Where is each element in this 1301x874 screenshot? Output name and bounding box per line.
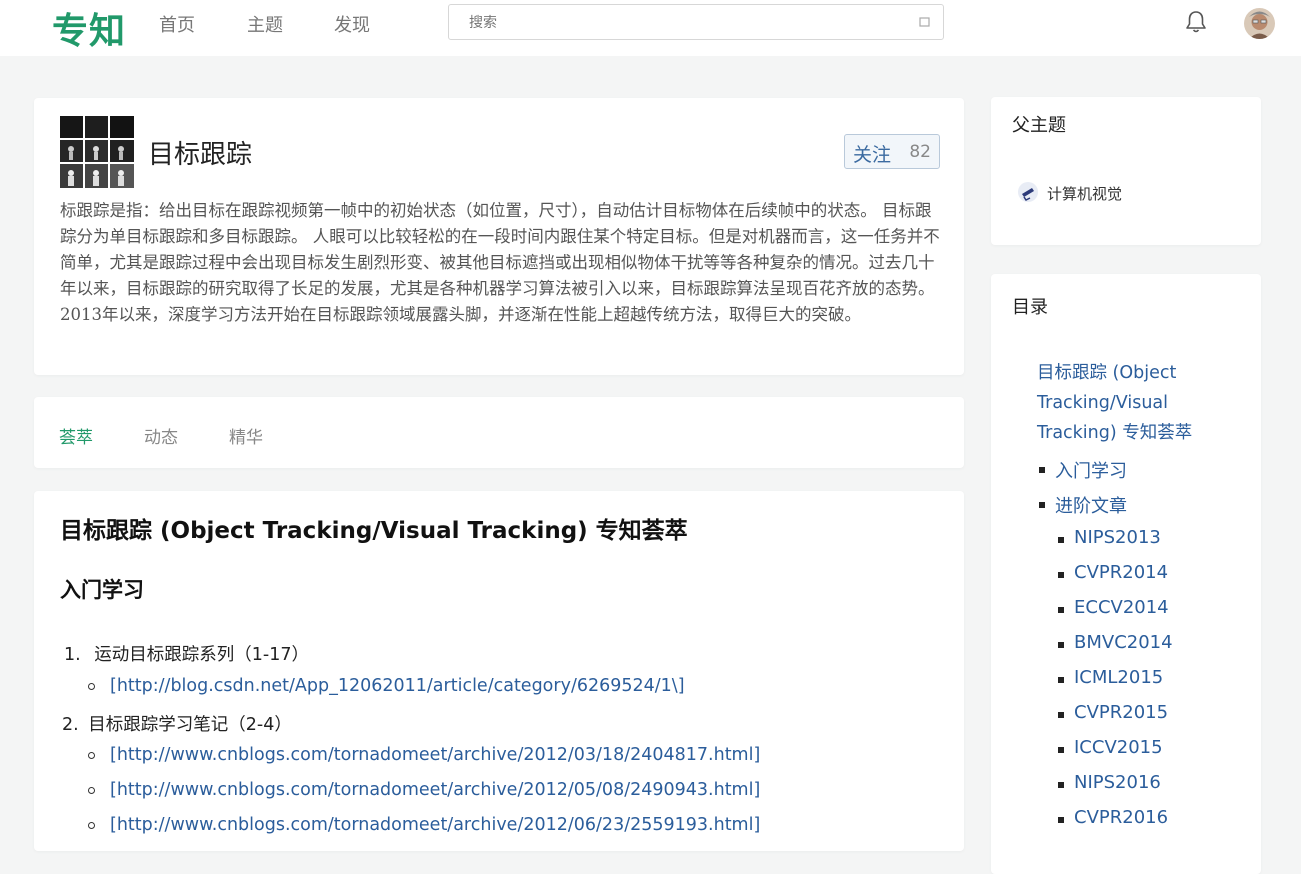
article-title: 目标跟踪 (Object Tracking/Visual Tracking) 专…	[60, 518, 688, 544]
tab-activity[interactable]: 动态	[144, 423, 178, 448]
nav-link-home[interactable]: 首页	[159, 11, 195, 37]
search-input[interactable]	[467, 11, 911, 35]
tab-featured[interactable]: 精华	[229, 423, 263, 448]
toc-link-nips2013[interactable]: NIPS2013	[1058, 527, 1161, 548]
table-of-contents: 目录 目标跟踪 (Object Tracking/Visual Tracking…	[991, 274, 1261, 874]
follow-label: 关注	[853, 144, 892, 166]
topic-title: 目标跟踪	[148, 140, 253, 170]
bell-icon[interactable]	[1183, 9, 1209, 35]
topic-description: 标跟踪是指：给出目标在跟踪视频第一帧中的初始状态（如位置，尺寸），自动估计目标物…	[60, 201, 940, 324]
resource-link[interactable]: [http://www.cnblogs.com/tornadomeet/arch…	[88, 815, 760, 835]
site-logo[interactable]: 专知	[52, 2, 126, 54]
topic-tabs: 荟萃 动态 精华	[34, 397, 964, 468]
nav-link-discover[interactable]: 发现	[334, 11, 370, 37]
parent-topic-heading: 父主题	[1012, 115, 1066, 136]
nav-link-topics[interactable]: 主题	[247, 11, 283, 37]
top-navbar: 专知 首页 主题 发现	[0, 0, 1301, 56]
toc-link-root[interactable]: 目标跟踪 (Object Tracking/Visual Tracking) 专…	[1037, 358, 1217, 448]
list-item: 2. 目标跟踪学习笔记（2-4）	[62, 711, 292, 736]
bullet-icon	[88, 787, 95, 794]
toc-link-intro[interactable]: 入门学习	[1039, 457, 1127, 483]
list-item: 1. 运动目标跟踪系列（1-17）	[64, 641, 309, 666]
follow-button[interactable]: 关注 82	[844, 134, 940, 169]
user-avatar[interactable]	[1244, 8, 1275, 39]
resource-link[interactable]: [http://www.cnblogs.com/tornadomeet/arch…	[88, 780, 760, 800]
toc-link-nips2016[interactable]: NIPS2016	[1058, 772, 1161, 793]
tab-digest[interactable]: 荟萃	[59, 423, 93, 448]
topic-tag-icon	[1018, 182, 1038, 202]
toc-link-cvpr2014[interactable]: CVPR2014	[1057, 562, 1168, 583]
list-number: 2.	[62, 715, 79, 735]
toc-link-advanced[interactable]: 进阶文章	[1039, 492, 1127, 518]
toc-link-eccv2014[interactable]: ECCV2014	[1058, 597, 1169, 618]
topic-image	[60, 116, 134, 188]
search-icon[interactable]	[919, 16, 931, 28]
resource-link[interactable]: [http://blog.csdn.net/App_12062011/artic…	[88, 676, 685, 696]
bullet-icon	[88, 822, 95, 829]
parent-topic-label[interactable]: 计算机视觉	[1047, 183, 1122, 204]
resource-link[interactable]: [http://www.cnblogs.com/tornadomeet/arch…	[88, 745, 760, 765]
parent-topic-card: 父主题 计算机视觉	[991, 97, 1261, 245]
toc-link-cvpr2016[interactable]: CVPR2016	[1057, 807, 1168, 828]
list-item-text: 运动目标跟踪系列（1-17）	[94, 645, 309, 665]
toc-link-icml2015[interactable]: ICML2015	[1057, 667, 1163, 688]
follower-count: 82	[909, 142, 931, 162]
toc-link-iccv2015[interactable]: ICCV2015	[1058, 737, 1163, 758]
bullet-icon	[88, 752, 95, 759]
search-box	[448, 4, 944, 40]
topic-header-card: 目标跟踪 关注 82 标跟踪是指：给出目标在跟踪视频第一帧中的初始状态（如位置，…	[34, 98, 964, 375]
toc-link-cvpr2015[interactable]: CVPR2015	[1057, 702, 1168, 723]
list-number: 1.	[64, 645, 81, 665]
bullet-icon	[88, 683, 95, 690]
toc-heading: 目录	[1012, 297, 1048, 318]
link-text[interactable]: [http://www.cnblogs.com/tornadomeet/arch…	[110, 815, 760, 835]
link-text[interactable]: [http://www.cnblogs.com/tornadomeet/arch…	[110, 780, 760, 800]
list-item-text: 目标跟踪学习笔记（2-4）	[88, 715, 292, 735]
link-text[interactable]: [http://www.cnblogs.com/tornadomeet/arch…	[110, 745, 760, 765]
link-text[interactable]: [http://blog.csdn.net/App_12062011/artic…	[110, 676, 685, 696]
section-heading: 入门学习	[60, 578, 144, 602]
toc-link-bmvc2014[interactable]: BMVC2014	[1058, 632, 1173, 653]
article-content: 目标跟踪 (Object Tracking/Visual Tracking) 专…	[34, 491, 964, 851]
